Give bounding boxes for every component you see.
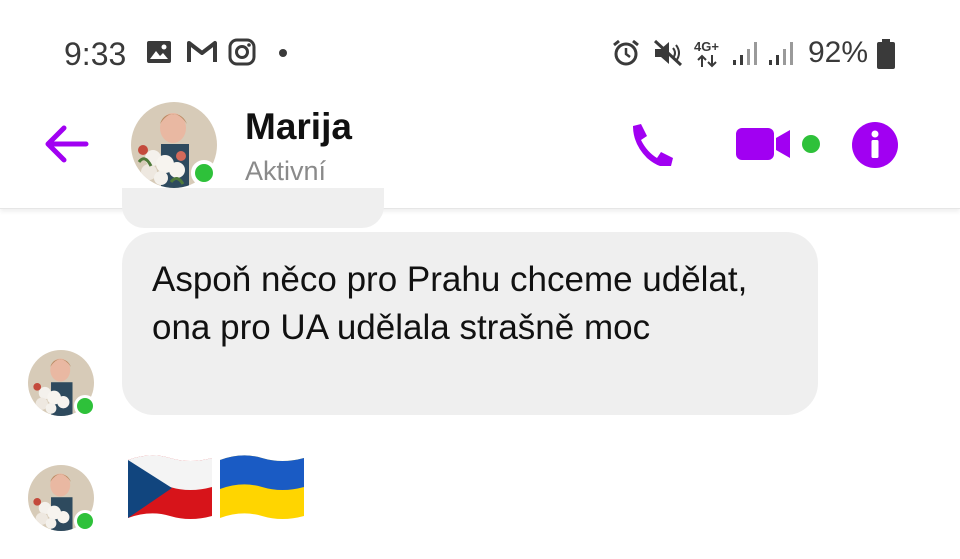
signal-icon <box>733 42 757 65</box>
gmail-icon <box>187 41 217 62</box>
message-bubble[interactable]: Aspoň něco pro Prahu chceme udělat, ona … <box>122 232 818 415</box>
contact-name[interactable]: Marija <box>245 106 352 148</box>
signal-icon-2 <box>769 42 793 65</box>
network-type-label: 4G+ <box>694 39 719 54</box>
status-bar: 9:33 4G+ 92% <box>0 0 960 100</box>
video-active-dot <box>802 135 820 153</box>
phone-icon[interactable] <box>627 122 675 166</box>
battery-percentage: 92% <box>808 36 869 69</box>
contact-status: Aktivní <box>245 156 327 186</box>
online-indicator <box>74 510 96 532</box>
gallery-icon <box>147 41 171 63</box>
flag-ukraine-icon[interactable] <box>216 452 308 524</box>
online-indicator <box>74 395 96 417</box>
alarm-icon <box>613 39 639 66</box>
info-icon[interactable] <box>852 122 898 168</box>
back-arrow-icon[interactable] <box>42 124 90 164</box>
battery-icon <box>877 39 895 69</box>
message-text: Aspoň něco pro Prahu chceme udělat, ona … <box>152 260 748 347</box>
data-arrows-icon <box>697 54 717 68</box>
online-indicator <box>191 160 217 186</box>
status-time: 9:33 <box>64 36 127 72</box>
instagram-icon <box>228 38 256 66</box>
mute-icon <box>653 39 683 67</box>
flag-czech-republic-icon[interactable] <box>124 452 216 524</box>
notification-dot-icon <box>279 49 287 57</box>
previous-message-bubble <box>122 188 384 228</box>
video-icon[interactable] <box>736 126 792 162</box>
